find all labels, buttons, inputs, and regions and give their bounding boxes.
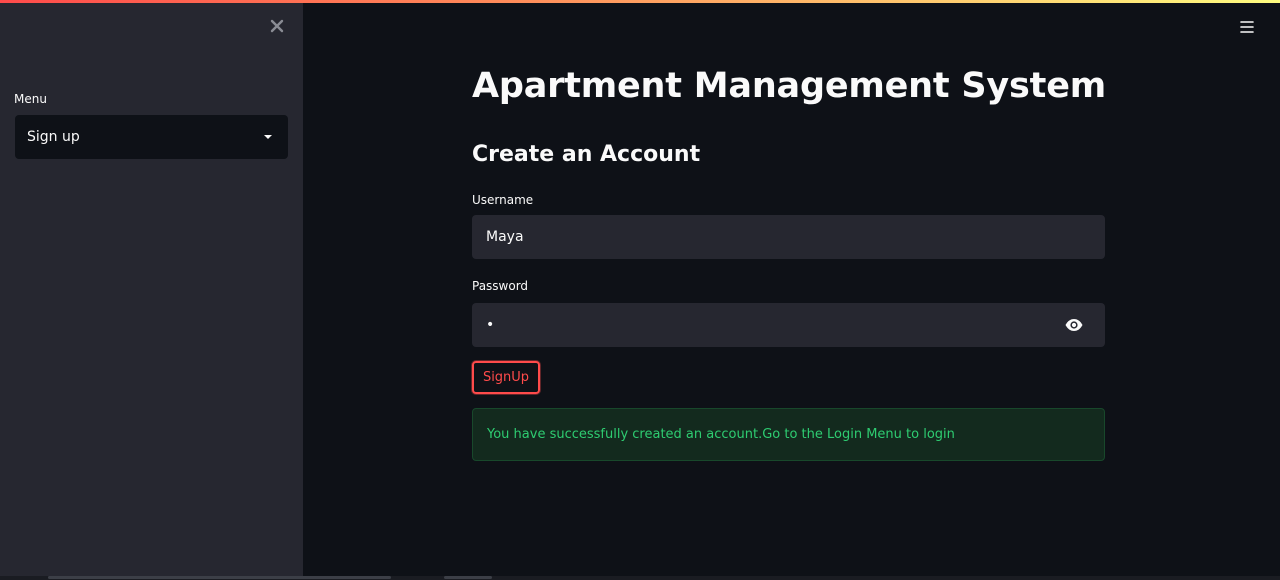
page-title: Apartment Management System	[472, 66, 1106, 106]
menu-select[interactable]: Sign up	[15, 115, 288, 159]
section-title: Create an Account	[472, 142, 701, 167]
signup-button[interactable]: SignUp	[472, 361, 540, 394]
hamburger-icon	[1240, 21, 1254, 33]
menu-select-value: Sign up	[27, 129, 80, 145]
close-sidebar-button[interactable]	[266, 15, 288, 37]
password-field[interactable]	[472, 303, 1105, 347]
show-password-button[interactable]	[1064, 316, 1084, 334]
eye-icon	[1065, 319, 1083, 331]
scrollbar-thumb-secondary[interactable]	[444, 576, 492, 579]
sidebar: Menu Sign up	[0, 0, 303, 580]
top-decoration-bar	[0, 0, 1280, 3]
username-label: Username	[472, 193, 534, 207]
close-icon	[270, 19, 284, 33]
main-menu-button[interactable]	[1238, 18, 1256, 36]
password-label: Password	[472, 279, 529, 293]
chevron-down-icon	[264, 135, 272, 139]
menu-label: Menu	[14, 92, 47, 106]
success-alert: You have successfully created an account…	[472, 408, 1105, 461]
username-field[interactable]	[472, 215, 1105, 259]
scrollbar-thumb[interactable]	[48, 576, 391, 579]
success-message: You have successfully created an account…	[487, 427, 955, 442]
